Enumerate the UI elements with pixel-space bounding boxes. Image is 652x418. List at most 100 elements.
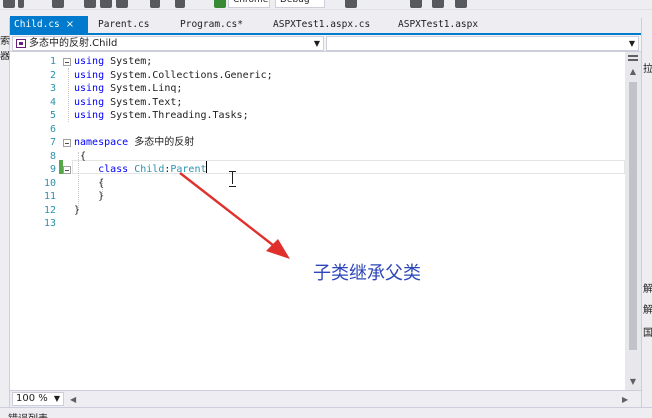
- chevron-down-icon[interactable]: ▼: [54, 393, 60, 405]
- tab-child-cs[interactable]: Child.cs ×: [10, 16, 88, 33]
- line-number: 11: [43, 191, 56, 202]
- forward-icon[interactable]: [18, 0, 24, 8]
- error-list-panel: 错误列表: [0, 407, 652, 418]
- keyword-token: namespace: [74, 137, 129, 148]
- class-combo-value: 多态中的反射.Child: [29, 38, 118, 49]
- keyword-token: using: [74, 83, 105, 94]
- scroll-right-icon[interactable]: ▶: [622, 395, 628, 404]
- code-text: using System.Linq;: [74, 82, 182, 96]
- scroll-left-icon[interactable]: ◀: [70, 395, 76, 404]
- right-strip-char-2[interactable]: 解: [643, 280, 652, 295]
- keyword-token: using: [74, 110, 105, 121]
- comment-icon[interactable]: [410, 0, 422, 8]
- code-token: System.Text;: [104, 96, 183, 108]
- line-number: 10: [43, 177, 56, 189]
- code-line[interactable]: 4 using System.Text;: [10, 96, 625, 110]
- browser-select[interactable]: Chrome: [228, 0, 270, 8]
- code-line[interactable]: 13: [10, 217, 625, 231]
- code-line[interactable]: 2 using System.Collections.Generic;: [10, 69, 625, 83]
- code-text: {: [74, 150, 86, 164]
- tab-aspxtest1-aspx-cs[interactable]: ASPXTest1.aspx.cs: [269, 16, 370, 33]
- scroll-up-icon[interactable]: ▲: [625, 66, 641, 78]
- line-number: 8: [49, 150, 56, 162]
- code-token: System.Threading.Tasks;: [104, 110, 249, 121]
- code-line[interactable]: 11 }: [10, 190, 625, 204]
- toggle-icon[interactable]: [455, 0, 467, 8]
- undo-icon[interactable]: [150, 0, 160, 8]
- code-text: namespace 多态中的反射: [74, 136, 194, 150]
- code-line[interactable]: 6: [10, 123, 625, 137]
- line-number: 13: [43, 218, 56, 229]
- redo-icon[interactable]: [175, 0, 185, 8]
- config-select[interactable]: Debug: [275, 0, 325, 8]
- code-line[interactable]: 10 {: [10, 177, 625, 191]
- tab-parent-cs[interactable]: Parent.cs: [94, 16, 149, 33]
- editor-bottom-bar: 100 % ▼ ◀ ▶: [10, 390, 641, 407]
- save-icon[interactable]: [84, 0, 96, 8]
- navigation-bar: 多态中的反射.Child ▼ ▼: [10, 35, 641, 52]
- code-token: System.Linq;: [104, 83, 183, 94]
- class-icon: [16, 39, 26, 48]
- code-token: {: [74, 150, 87, 162]
- code-token: }: [74, 204, 81, 216]
- line-number: 1: [49, 56, 56, 67]
- close-icon[interactable]: ×: [66, 19, 74, 30]
- collapse-icon[interactable]: [63, 58, 71, 66]
- tab-label: Parent.cs: [98, 19, 150, 30]
- line-number: 4: [49, 96, 56, 108]
- tab-program-cs[interactable]: Program.cs*: [176, 16, 243, 33]
- new-file-icon[interactable]: [52, 0, 64, 8]
- chevron-down-icon[interactable]: ▼: [629, 37, 635, 50]
- zoom-select[interactable]: 100 % ▼: [12, 392, 64, 406]
- uncomment-icon[interactable]: [432, 0, 444, 8]
- document-tab-bar: Child.cs × Parent.cs Program.cs* ASPXTest…: [10, 16, 641, 35]
- zoom-value: 100 %: [16, 393, 48, 404]
- open-icon[interactable]: [116, 0, 128, 8]
- code-line[interactable]: 5 using System.Threading.Tasks;: [10, 109, 625, 123]
- right-strip-char-3[interactable]: 解: [643, 301, 652, 316]
- code-text: }: [74, 190, 104, 204]
- line-number: 12: [43, 204, 56, 216]
- left-tool-strip: 索 器: [0, 18, 10, 418]
- tab-aspxtest1-aspx[interactable]: ASPXTest1.aspx: [394, 16, 478, 33]
- right-strip-char-4[interactable]: 国: [643, 324, 652, 339]
- split-handle-icon[interactable]: [628, 55, 638, 61]
- back-icon[interactable]: [3, 0, 15, 8]
- scroll-thumb[interactable]: [629, 82, 637, 350]
- left-strip-char-1[interactable]: 索: [0, 36, 10, 47]
- code-line[interactable]: 7 namespace 多态中的反射: [10, 136, 625, 150]
- code-line[interactable]: 12}: [10, 204, 625, 218]
- code-text: using System.Text;: [74, 96, 182, 110]
- chevron-down-icon[interactable]: ▼: [314, 37, 320, 50]
- keyword-token: using: [74, 69, 105, 81]
- error-list-title[interactable]: 错误列表: [8, 410, 48, 418]
- bookmark-icon[interactable]: [345, 0, 357, 8]
- line-number: 9: [49, 164, 56, 175]
- code-line[interactable]: 3 using System.Linq;: [10, 82, 625, 96]
- line-number: 7: [49, 137, 56, 148]
- member-combo[interactable]: ▼: [326, 36, 639, 51]
- scroll-down-icon[interactable]: ▼: [625, 376, 641, 388]
- collapse-icon[interactable]: [63, 166, 71, 174]
- tab-label: Program.cs*: [180, 19, 243, 30]
- save-all-icon[interactable]: [100, 0, 112, 8]
- code-text: using System.Threading.Tasks;: [74, 109, 249, 123]
- right-strip-char-1[interactable]: 拉: [643, 60, 652, 75]
- collapse-icon[interactable]: [63, 139, 71, 147]
- left-strip-char-2[interactable]: 器: [0, 51, 10, 62]
- code-text: using System;: [74, 55, 152, 69]
- code-line[interactable]: 1 using System;: [10, 55, 625, 69]
- vertical-scrollbar[interactable]: ▲ ▼: [625, 52, 641, 390]
- red-arrow-annotation: [179, 172, 290, 259]
- class-combo[interactable]: 多态中的反射.Child ▼: [12, 36, 324, 51]
- code-token: 多态中的反射: [128, 137, 195, 148]
- start-icon[interactable]: [214, 0, 226, 8]
- code-text: }: [74, 204, 80, 218]
- right-tool-strip: 拉 解 解 国: [641, 18, 652, 418]
- code-editor[interactable]: 1 using System; 2 using System.Collections.…: [10, 52, 625, 390]
- code-token: System.Collections.Generic;: [104, 69, 273, 81]
- code-text: {: [74, 177, 104, 191]
- code-line[interactable]: 9 class Child:Parent: [10, 163, 625, 177]
- code-line[interactable]: 8 {: [10, 150, 625, 164]
